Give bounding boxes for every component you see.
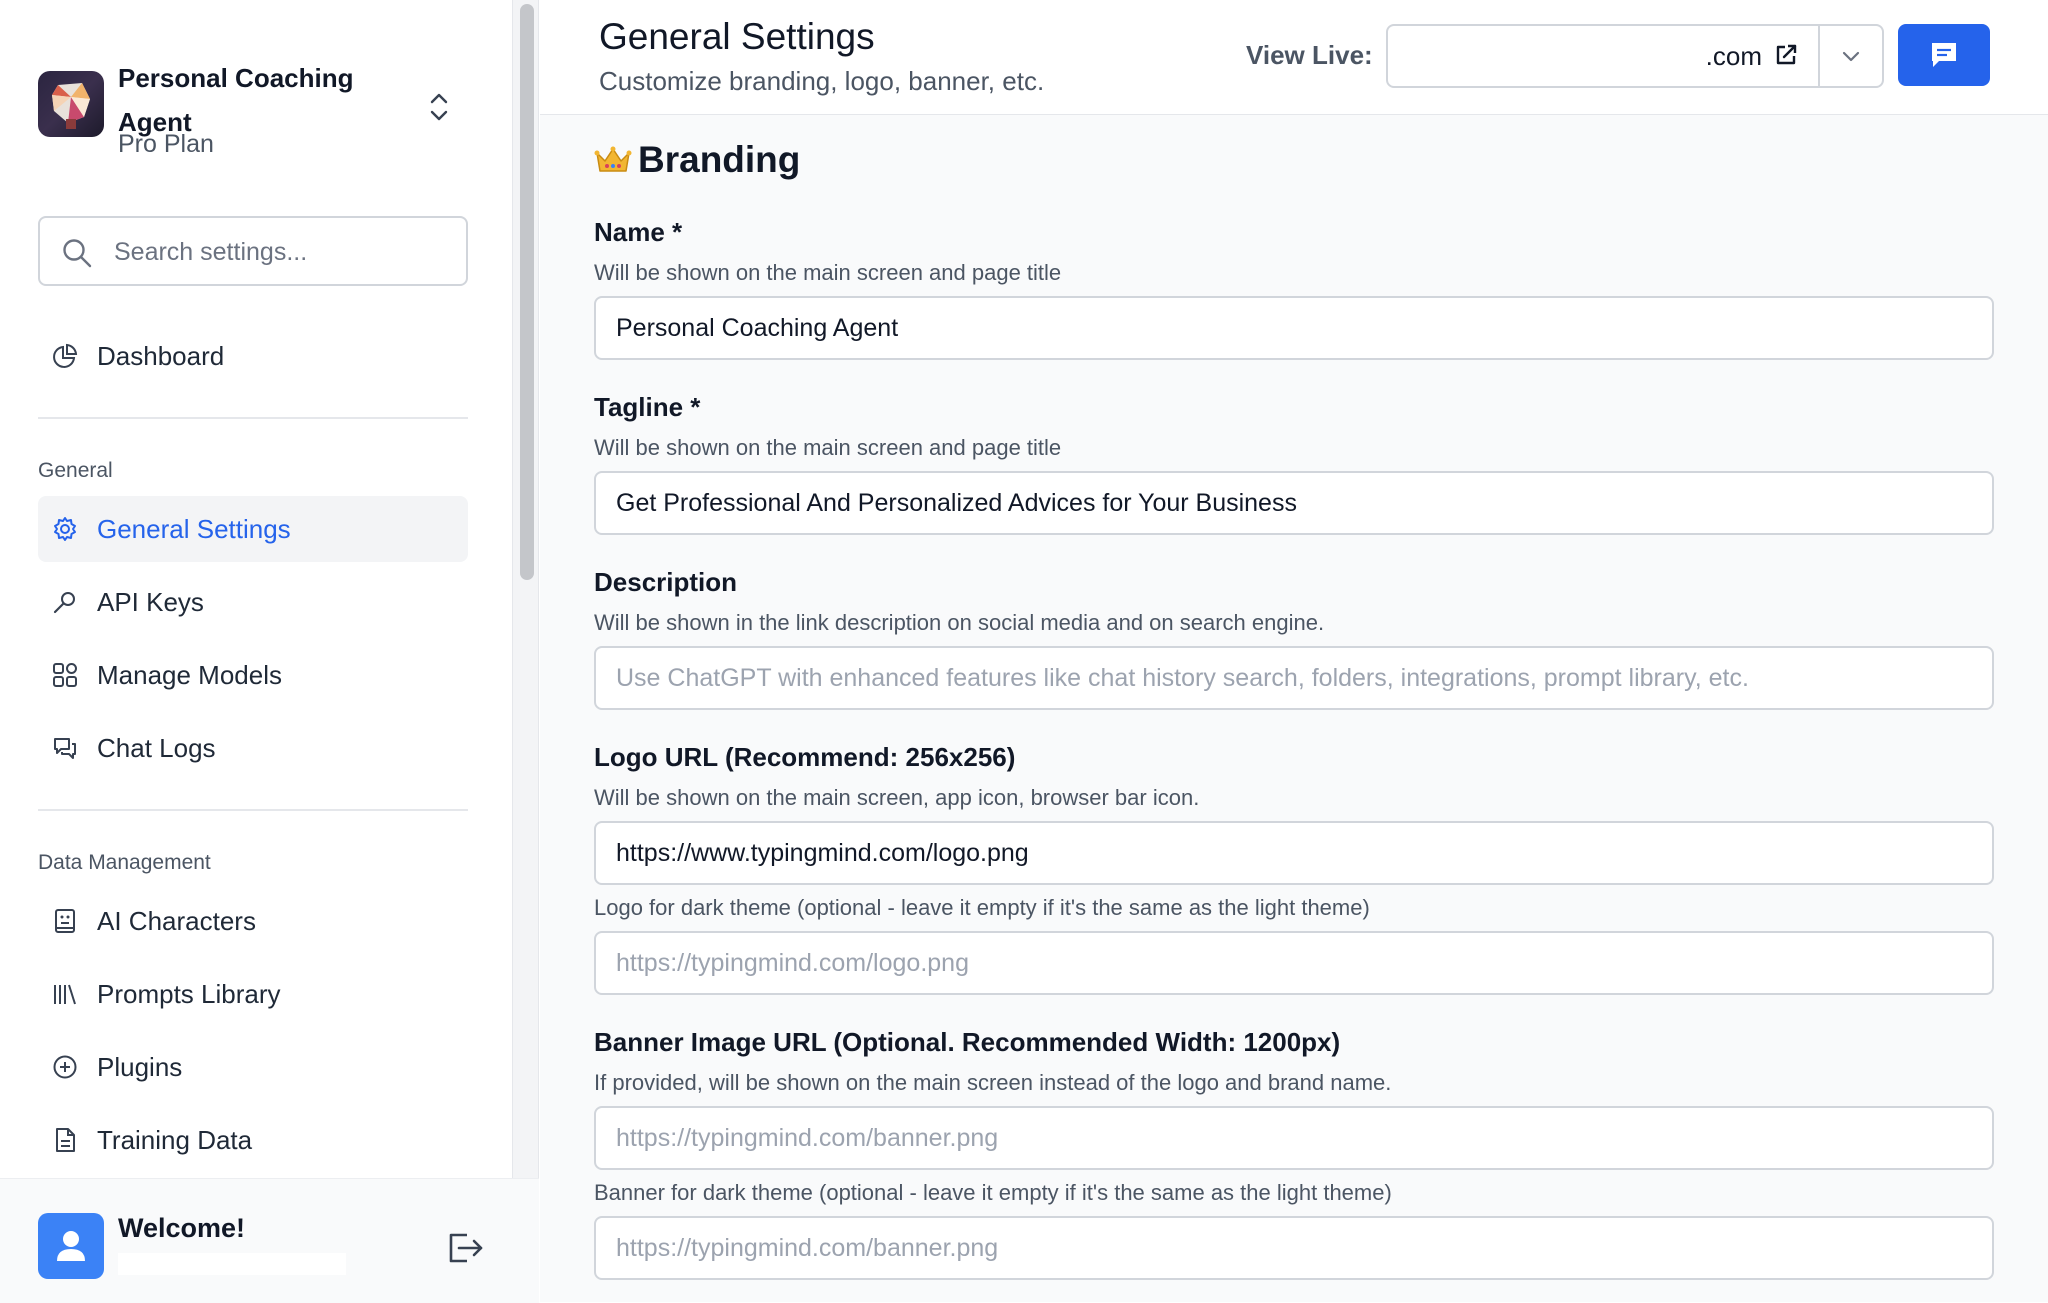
user-footer: Welcome! xyxy=(0,1178,539,1303)
user-icon xyxy=(57,1231,85,1261)
plus-circle-icon xyxy=(53,1055,77,1079)
chevron-up-down-icon[interactable] xyxy=(426,90,452,124)
sidebar-item-label: AI Characters xyxy=(97,906,256,936)
description-label: Description xyxy=(594,567,738,597)
banner-url-input[interactable] xyxy=(594,1106,1994,1170)
description-input[interactable] xyxy=(594,646,1994,710)
pie-chart-icon xyxy=(53,343,78,368)
name-label: Name * xyxy=(594,217,683,247)
description-help: Will be shown in the link description on… xyxy=(594,610,1325,635)
settings-search[interactable] xyxy=(38,216,468,286)
sidebar-item-dashboard[interactable]: Dashboard xyxy=(38,323,468,389)
sidebar-item-general-settings[interactable]: General Settings xyxy=(38,496,468,562)
avatar[interactable] xyxy=(38,1213,104,1279)
sidebar-item-manage-models[interactable]: Manage Models xyxy=(38,642,468,708)
divider xyxy=(38,417,468,419)
chevron-down-icon[interactable] xyxy=(1840,45,1862,67)
sidebar-item-api-keys[interactable]: API Keys xyxy=(38,569,468,635)
welcome-text: Welcome! xyxy=(118,1213,246,1243)
user-email-redacted xyxy=(118,1253,346,1275)
character-icon xyxy=(55,909,75,933)
name-help: Will be shown on the main screen and pag… xyxy=(594,260,1062,285)
grid-icon xyxy=(53,663,77,687)
chat-bubbles-icon xyxy=(54,738,76,759)
crown-icon xyxy=(594,146,632,172)
sidebar-item-plugins[interactable]: Plugins xyxy=(38,1034,468,1100)
banner-url-help: If provided, will be shown on the main s… xyxy=(594,1070,1392,1095)
sidebar-item-ai-characters[interactable]: AI Characters xyxy=(38,888,468,954)
sidebar-scrollbar-thumb[interactable] xyxy=(520,4,534,580)
view-live-domain[interactable]: .com xyxy=(1706,26,1762,86)
banner-dark-help: Banner for dark theme (optional - leave … xyxy=(594,1180,1392,1205)
sidebar-item-label: Chat Logs xyxy=(97,733,216,763)
section-label-general: General xyxy=(38,459,113,482)
chat-icon xyxy=(1932,43,1956,67)
view-live-label: View Live: xyxy=(1246,40,1373,70)
page-header: General Settings Customize branding, log… xyxy=(540,0,2048,115)
banner-dark-url-input[interactable] xyxy=(594,1216,1994,1280)
gear-icon xyxy=(54,517,76,541)
sidebar-item-label: Prompts Library xyxy=(97,979,281,1009)
sidebar-item-label: API Keys xyxy=(97,587,204,617)
settings-content: Branding Name * Will be shown on the mai… xyxy=(540,115,2048,1302)
document-icon xyxy=(56,1128,75,1152)
banner-url-label: Banner Image URL (Optional. Recommended … xyxy=(594,1027,1341,1057)
name-input[interactable] xyxy=(594,296,1994,360)
main-panel: General Settings Customize branding, log… xyxy=(540,0,2048,1302)
logo-url-label: Logo URL (Recommend: 256x256) xyxy=(594,742,1016,772)
sidebar-item-label: Dashboard xyxy=(97,341,225,371)
logo-dark-url-input[interactable] xyxy=(594,931,1994,995)
key-icon xyxy=(53,592,75,614)
logout-icon[interactable] xyxy=(445,1229,485,1267)
page-subtitle: Customize branding, logo, banner, etc. xyxy=(599,66,1045,96)
sidebar-item-label: Training Data xyxy=(97,1125,253,1155)
tagline-label: Tagline * xyxy=(594,392,701,422)
sidebar-item-prompts-library[interactable]: Prompts Library xyxy=(38,961,468,1027)
divider xyxy=(1818,26,1820,86)
sidebar-item-label: Plugins xyxy=(97,1052,183,1082)
section-title-text: Branding xyxy=(638,139,801,180)
search-input[interactable] xyxy=(112,228,456,276)
section-title-branding: Branding xyxy=(594,139,800,181)
sidebar-item-training-data[interactable]: Training Data xyxy=(38,1107,468,1173)
workspace-switcher[interactable]: Personal Coaching Agent Pro Plan xyxy=(38,56,468,166)
logo-url-help: Will be shown on the main screen, app ic… xyxy=(594,785,1200,810)
library-icon xyxy=(54,984,76,1005)
logo-url-input[interactable] xyxy=(594,821,1994,885)
workspace-logo xyxy=(38,71,104,137)
divider xyxy=(38,809,468,811)
logo-dark-help: Logo for dark theme (optional - leave it… xyxy=(594,895,1370,920)
tagline-input[interactable] xyxy=(594,471,1994,535)
tagline-help: Will be shown on the main screen and pag… xyxy=(594,435,1062,460)
workspace-plan: Pro Plan xyxy=(118,130,214,158)
sidebar-item-label: General Settings xyxy=(97,514,291,544)
sidebar: Personal Coaching Agent Pro Plan Dashboa… xyxy=(0,0,513,1302)
open-chat-button[interactable] xyxy=(1898,24,1990,86)
view-live-select[interactable]: .com xyxy=(1386,24,1884,88)
section-label-data-management: Data Management xyxy=(38,851,211,874)
sidebar-item-chat-logs[interactable]: Chat Logs xyxy=(38,715,468,781)
search-icon xyxy=(63,239,92,268)
external-link-icon[interactable] xyxy=(1774,43,1798,67)
page-title: General Settings xyxy=(599,16,875,57)
sidebar-item-label: Manage Models xyxy=(97,660,282,690)
